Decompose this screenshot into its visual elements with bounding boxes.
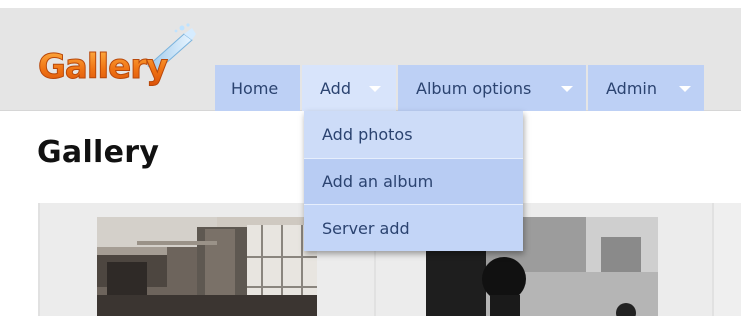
menu-item-label: Add photos [322, 125, 413, 144]
nav-admin-label: Admin [606, 78, 657, 98]
nav-home[interactable]: Home [215, 65, 300, 111]
nav-add-label: Add [320, 78, 351, 98]
menu-item-label: Server add [322, 218, 410, 238]
menu-item-add-photos[interactable]: Add photos [304, 111, 523, 158]
caret-down-icon [679, 86, 691, 92]
nav-admin[interactable]: Admin [588, 65, 704, 111]
menu-item-add-album[interactable]: Add an album [304, 159, 523, 204]
svg-text:Gallery: Gallery [38, 47, 168, 87]
photo-thumbnail[interactable] [97, 217, 317, 316]
menu-item-label: Add an album [322, 172, 434, 191]
menu-item-server-add[interactable]: Server add [304, 205, 523, 251]
gallery-logo[interactable]: Gallery [36, 22, 196, 92]
add-dropdown-menu: Add photos Add an album Server add [304, 111, 523, 251]
caret-down-icon [369, 86, 381, 92]
main-nav: Home Add Album options Admin [215, 65, 704, 111]
pen-sparkle-icon: Gallery [38, 23, 196, 88]
nav-add[interactable]: Add [302, 65, 396, 111]
nav-album-options[interactable]: Album options [398, 65, 586, 111]
header-top-strip [0, 0, 741, 8]
album-cell [714, 203, 741, 316]
room-photo-image [97, 217, 317, 316]
nav-home-label: Home [231, 78, 279, 98]
nav-album-options-label: Album options [416, 78, 532, 98]
caret-down-icon [561, 86, 573, 92]
page-title: Gallery [37, 135, 160, 170]
